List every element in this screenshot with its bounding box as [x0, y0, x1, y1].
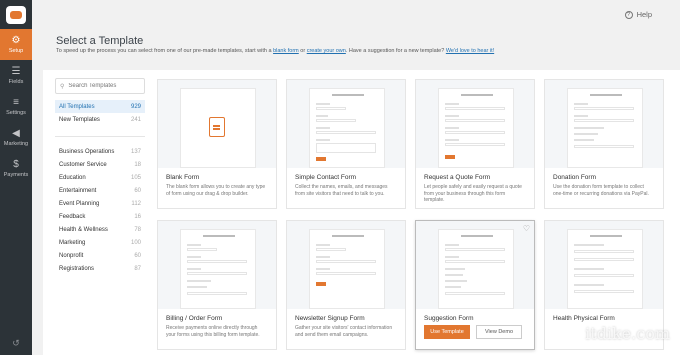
card-description: The blank form allows you to create any … — [166, 184, 266, 197]
template-panel: ⚲ All Templates929 New Templates241 Busi… — [43, 70, 680, 355]
dollar-icon: $ — [13, 158, 19, 170]
card-title: Blank Form — [166, 174, 200, 181]
nav-settings[interactable]: ≡ Settings — [0, 91, 32, 122]
card-title: Request a Quote Form — [424, 174, 491, 181]
category-item[interactable]: Event Planning 112 — [55, 197, 145, 210]
use-template-button[interactable]: Use Template — [424, 325, 470, 339]
left-nav: ⚙ Setup ☰ Fields ≡ Settings ◀ Marketing … — [0, 0, 32, 355]
template-card-billing[interactable]: Billing / Order Form Receive payments on… — [157, 220, 277, 350]
template-thumbnail — [416, 80, 534, 168]
category-all-templates[interactable]: All Templates 929 — [55, 100, 145, 113]
card-title: Health Physical Form — [553, 315, 615, 322]
gear-icon: ⚙ — [11, 34, 21, 46]
card-title: Donation Form — [553, 174, 596, 181]
heart-icon[interactable]: ♡ — [523, 224, 530, 233]
category-item[interactable]: Nonprofit 60 — [55, 249, 145, 262]
category-item[interactable]: Entertainment 60 — [55, 184, 145, 197]
page-title: Select a Template — [56, 35, 144, 47]
suggestion-link[interactable]: We'd love to hear it! — [446, 48, 494, 54]
category-item[interactable]: Customer Service 18 — [55, 158, 145, 171]
sliders-icon: ≡ — [13, 96, 19, 108]
template-thumbnail — [545, 80, 663, 168]
category-item[interactable]: Feedback 16 — [55, 210, 145, 223]
template-thumbnail — [287, 221, 405, 309]
category-item[interactable]: Marketing 100 — [55, 236, 145, 249]
category-item[interactable]: Health & Wellness 78 — [55, 223, 145, 236]
template-sidebar: ⚲ All Templates929 New Templates241 Busi… — [55, 78, 145, 275]
megaphone-icon: ◀ — [12, 127, 20, 139]
template-card-contact[interactable]: Simple Contact Form Collect the names, e… — [286, 79, 406, 209]
search-icon: ⚲ — [60, 83, 65, 90]
question-icon: ? — [624, 10, 633, 19]
template-thumbnail: ♡ — [416, 221, 534, 309]
card-title: Suggestion Form — [424, 315, 474, 322]
category-new-templates[interactable]: New Templates 241 — [55, 113, 145, 126]
list-icon: ☰ — [11, 65, 21, 77]
nav-marketing[interactable]: ◀ Marketing — [0, 122, 32, 153]
main-area: ? Help Select a Template To speed up the… — [32, 0, 680, 355]
card-description: Collect the names, emails, and messages … — [295, 184, 388, 197]
nav-setup[interactable]: ⚙ Setup — [0, 29, 32, 60]
nav-fields[interactable]: ☰ Fields — [0, 60, 32, 91]
view-demo-button[interactable]: View Demo — [476, 325, 522, 339]
document-icon — [209, 117, 225, 137]
template-thumbnail — [158, 221, 276, 309]
create-your-own-link[interactable]: create your own — [307, 48, 346, 54]
template-card-donation[interactable]: Donation Form Use the donation form temp… — [544, 79, 664, 209]
undo-icon[interactable]: ↺ — [0, 338, 32, 349]
card-description: Let people safely and easily request a q… — [424, 184, 522, 203]
nav-payments[interactable]: $ Payments — [0, 153, 32, 184]
divider — [55, 136, 145, 137]
page-subtitle: To speed up the process you can select f… — [56, 48, 495, 54]
card-description: Use the donation form template to collec… — [553, 184, 649, 197]
watermark: itdike.com — [585, 324, 670, 343]
card-title: Newsletter Signup Form — [295, 315, 365, 322]
template-thumbnail — [545, 221, 663, 309]
category-item[interactable]: Business Operations 137 — [55, 145, 145, 158]
template-thumbnail — [158, 80, 276, 168]
category-item[interactable]: Registrations 87 — [55, 262, 145, 275]
template-card-suggestion[interactable]: ♡ Suggestion Form Use Template View Demo — [415, 220, 535, 350]
card-description: Gather your site visitors' contact infor… — [295, 325, 393, 338]
category-item[interactable]: Education 105 — [55, 171, 145, 184]
help-button[interactable]: ? Help — [624, 10, 652, 19]
template-card-blank[interactable]: Blank Form The blank form allows you to … — [157, 79, 277, 209]
wpforms-logo — [0, 0, 32, 29]
search-input[interactable] — [68, 83, 139, 89]
card-description: Receive payments online directly through… — [166, 325, 260, 338]
template-card-newsletter[interactable]: Newsletter Signup Form Gather your site … — [286, 220, 406, 350]
search-box[interactable]: ⚲ — [55, 78, 145, 94]
blank-form-link[interactable]: blank form — [273, 48, 299, 54]
card-title: Simple Contact Form — [295, 174, 357, 181]
card-title: Billing / Order Form — [166, 315, 223, 322]
template-card-quote[interactable]: Request a Quote Form Let people safely a… — [415, 79, 535, 209]
template-thumbnail — [287, 80, 405, 168]
